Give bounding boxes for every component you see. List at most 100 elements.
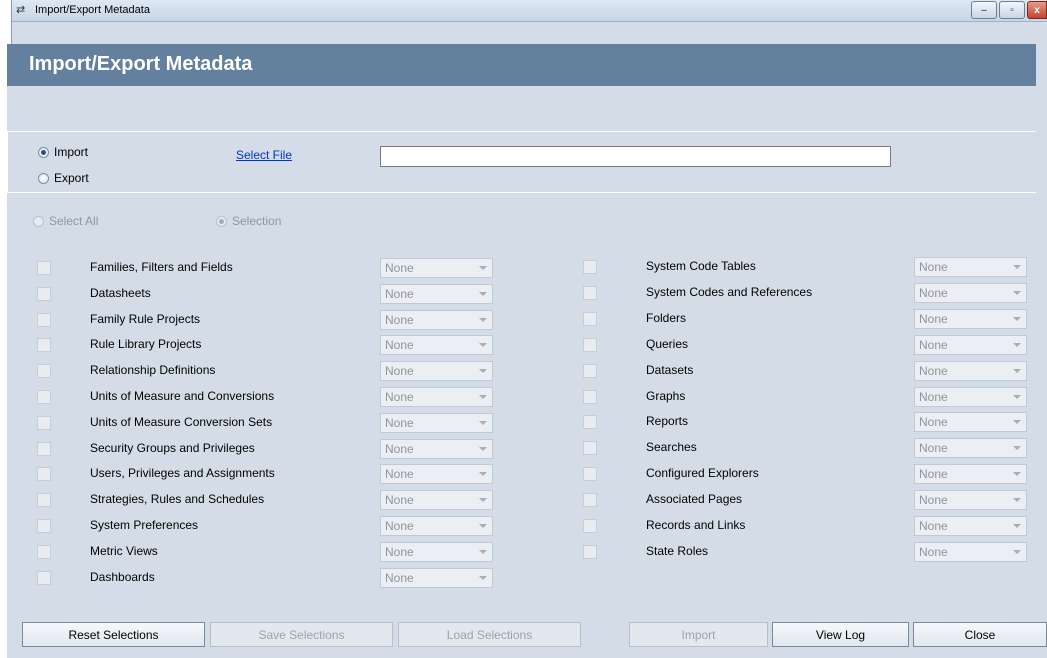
dropdown-value: None — [385, 441, 414, 456]
close-button[interactable]: Close — [913, 622, 1047, 647]
minimize-icon: ‒ — [981, 4, 987, 16]
option-checkbox[interactable] — [37, 390, 51, 404]
dropdown-value: None — [385, 364, 414, 379]
dropdown-value: None — [385, 493, 414, 508]
option-label: System Code Tables — [646, 259, 756, 273]
option-label: Configured Explorers — [646, 466, 759, 481]
selection-label: Selection — [232, 214, 282, 228]
option-checkbox[interactable] — [583, 363, 597, 378]
dropdown-arrow-icon — [479, 524, 487, 528]
option-checkbox[interactable] — [37, 570, 51, 585]
option-scope-dropdown[interactable]: None — [914, 334, 1027, 355]
dropdown-value: None — [385, 286, 414, 301]
option-checkbox[interactable] — [583, 260, 597, 274]
dropdown-arrow-icon — [479, 472, 487, 477]
import-radio[interactable]: Import — [38, 145, 88, 159]
option-scope-dropdown[interactable]: None — [914, 438, 1027, 459]
save-selections-button[interactable]: Save Selections — [210, 622, 393, 647]
header-banner: Import/Export Metadata — [7, 44, 1036, 86]
option-label: Folders — [646, 310, 687, 325]
dropdown-value: None — [919, 441, 948, 456]
option-scope-dropdown[interactable]: None — [380, 464, 493, 485]
option-checkbox[interactable] — [37, 493, 51, 508]
option-label: State Roles — [646, 543, 709, 558]
option-checkbox[interactable] — [583, 415, 597, 430]
option-checkbox[interactable] — [583, 311, 597, 326]
option-checkbox[interactable] — [583, 467, 597, 482]
option-scope-dropdown[interactable]: None — [380, 490, 493, 511]
import-button[interactable]: Import — [629, 622, 768, 647]
option-scope-dropdown[interactable]: None — [914, 464, 1027, 485]
option-scope-dropdown[interactable]: None — [914, 412, 1027, 433]
option-scope-dropdown[interactable]: None — [914, 257, 1027, 277]
export-radio-dot[interactable] — [38, 172, 49, 184]
window-controls: ‒ ▫ x — [969, 1, 1047, 19]
option-checkbox[interactable] — [583, 493, 597, 508]
dropdown-arrow-icon — [1013, 342, 1021, 347]
title-bar[interactable]: ⇄ Import/Export Metadata ‒ ▫ x — [12, 0, 1047, 22]
option-checkbox[interactable] — [583, 337, 597, 352]
dropdown-arrow-icon — [479, 317, 487, 322]
option-scope-dropdown[interactable]: None — [380, 335, 493, 356]
option-checkbox[interactable] — [37, 364, 51, 379]
dropdown-value: None — [919, 519, 948, 533]
option-checkbox[interactable] — [583, 544, 597, 559]
option-checkbox[interactable] — [37, 261, 51, 275]
view-log-button[interactable]: View Log — [772, 622, 909, 647]
option-scope-dropdown[interactable]: None — [914, 516, 1027, 536]
selection-radio-dot[interactable] — [216, 215, 227, 227]
option-checkbox[interactable] — [583, 441, 597, 456]
option-checkbox[interactable] — [37, 415, 51, 430]
option-scope-dropdown[interactable]: None — [380, 283, 493, 304]
option-checkbox[interactable] — [37, 544, 51, 559]
option-label: Associated Pages — [646, 492, 743, 507]
file-path-input[interactable] — [380, 146, 891, 167]
option-checkbox[interactable] — [37, 286, 51, 301]
option-label: Security Groups and Privileges — [90, 440, 255, 455]
option-checkbox[interactable] — [37, 519, 51, 533]
option-scope-dropdown[interactable]: None — [914, 541, 1027, 562]
export-radio[interactable]: Export — [38, 171, 89, 185]
option-scope-dropdown[interactable]: None — [914, 282, 1027, 303]
reset-selections-button[interactable]: Reset Selections — [22, 622, 205, 647]
minimize-button[interactable]: ‒ — [971, 1, 997, 19]
select-all-radio-dot[interactable] — [33, 215, 44, 227]
option-scope-dropdown[interactable]: None — [380, 516, 493, 536]
option-checkbox[interactable] — [37, 312, 51, 327]
dropdown-value: None — [385, 519, 414, 533]
maximize-button[interactable]: ▫ — [999, 1, 1025, 19]
dropdown-value: None — [919, 285, 948, 300]
option-scope-dropdown[interactable]: None — [380, 541, 493, 562]
option-checkbox[interactable] — [37, 441, 51, 456]
dropdown-arrow-icon — [479, 498, 487, 503]
option-scope-dropdown[interactable]: None — [380, 387, 493, 407]
option-scope-dropdown[interactable]: None — [914, 360, 1027, 381]
close-window-button[interactable]: x — [1027, 1, 1047, 19]
option-scope-dropdown[interactable]: None — [914, 308, 1027, 329]
option-scope-dropdown[interactable]: None — [380, 412, 493, 433]
option-scope-dropdown[interactable]: None — [914, 386, 1027, 407]
selection-radio[interactable]: Selection — [216, 214, 281, 228]
import-radio-dot[interactable] — [38, 146, 49, 158]
dropdown-arrow-icon — [479, 420, 487, 425]
dropdown-value: None — [385, 415, 414, 430]
load-selections-button[interactable]: Load Selections — [398, 622, 581, 647]
option-checkbox[interactable] — [583, 389, 597, 404]
dropdown-value: None — [385, 544, 414, 559]
dropdown-value: None — [385, 570, 414, 585]
select-file-link[interactable]: Select File — [236, 148, 292, 162]
option-label: Reports — [646, 414, 689, 429]
option-scope-dropdown[interactable]: None — [914, 490, 1027, 511]
option-scope-dropdown[interactable]: None — [380, 567, 493, 588]
option-scope-dropdown[interactable]: None — [380, 361, 493, 382]
option-checkbox[interactable] — [37, 467, 51, 482]
select-all-radio[interactable]: Select All — [33, 214, 98, 228]
option-label: Queries — [646, 336, 689, 351]
dropdown-arrow-icon — [479, 369, 487, 374]
option-checkbox[interactable] — [583, 519, 597, 533]
option-scope-dropdown[interactable]: None — [380, 309, 493, 330]
option-checkbox[interactable] — [583, 285, 597, 300]
option-checkbox[interactable] — [37, 338, 51, 353]
option-scope-dropdown[interactable]: None — [380, 258, 493, 278]
option-scope-dropdown[interactable]: None — [380, 438, 493, 459]
